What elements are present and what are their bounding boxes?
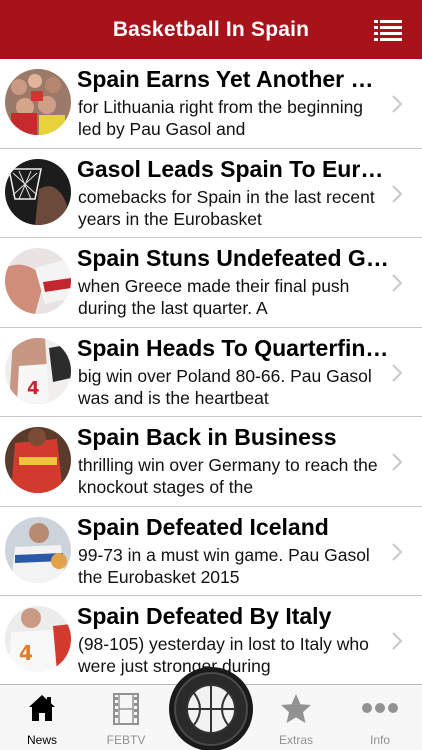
article-snippet: thrilling win over Germany to reach the … (78, 455, 378, 497)
article-row[interactable]: Spain Back in Business thrilling win ove… (0, 417, 422, 507)
more-icon (362, 703, 398, 713)
star-icon (281, 694, 311, 723)
article-thumbnail (5, 427, 71, 493)
chevron-right-icon (392, 184, 402, 203)
article-snippet: for Lithuania right from the beginning l… (78, 97, 364, 139)
tab-news[interactable]: News (0, 685, 84, 750)
svg-text:4: 4 (27, 378, 40, 399)
article-thumbnail (5, 69, 71, 135)
article-title: Spain Earns Yet Another Win (77, 66, 389, 92)
chevron-right-icon (392, 95, 402, 113)
house-icon (29, 695, 55, 721)
article-snippet: 99-73 in a must win game. Pau Gasol the … (78, 544, 370, 587)
article-row[interactable]: Spain Defeated Iceland 99-73 in a must w… (0, 506, 422, 596)
article-thumbnail: 4 (5, 606, 71, 672)
article-title: Spain Defeated By Italy (77, 603, 332, 629)
chevron-right-icon (392, 453, 402, 471)
chevron-right-icon (392, 542, 402, 561)
article-row[interactable]: 4 Spain Heads To Quarterfinals big win o… (0, 327, 422, 417)
article-thumbnail: 4 (5, 337, 71, 404)
article-row[interactable]: Gasol Leads Spain To Eurobasket comeback… (0, 148, 422, 238)
tab-label: Info (369, 733, 390, 747)
article-title: Gasol Leads Spain To Eurobasket (77, 155, 389, 182)
film-icon (113, 693, 139, 725)
tab-info[interactable]: Info (338, 685, 422, 750)
article-title: Spain Heads To Quarterfinals (77, 334, 389, 361)
article-title: Spain Defeated Iceland (77, 513, 329, 540)
basketball-icon (169, 667, 253, 750)
tab-extras[interactable]: Extras (254, 685, 338, 750)
article-snippet: comebacks for Spain in the last recent y… (78, 186, 375, 229)
article-thumbnail (5, 516, 71, 583)
menu-button[interactable] (374, 19, 402, 41)
svg-text:4: 4 (19, 641, 33, 665)
tab-label: Extras (278, 733, 313, 747)
article-row[interactable]: Spain Earns Yet Another Win for Lithuani… (0, 59, 422, 149)
article-title: Spain Back in Business (77, 424, 337, 450)
article-title: Spain Stuns Undefeated Greece (77, 245, 389, 271)
tab-label: FEBTV (106, 733, 146, 747)
center-basketball-button[interactable] (168, 666, 254, 750)
list-menu-icon (374, 20, 402, 41)
tab-febtv[interactable]: FEBTV (84, 685, 168, 750)
chevron-right-icon (392, 274, 402, 292)
article-snippet: when Greece made their final push during… (78, 276, 350, 318)
tab-label: News (26, 733, 57, 747)
article-thumbnail (5, 158, 71, 225)
nav-bar: Basketball In Spain (0, 0, 422, 59)
article-snippet: big win over Poland 80-66. Pau Gasol was… (78, 365, 372, 408)
article-list: Spain Earns Yet Another Win for Lithuani… (0, 59, 422, 684)
article-thumbnail (5, 248, 71, 314)
chevron-right-icon (392, 363, 402, 382)
article-row[interactable]: Spain Stuns Undefeated Greece when Greec… (0, 238, 422, 328)
page-title: Basketball In Spain (112, 17, 310, 41)
chevron-right-icon (392, 632, 402, 650)
